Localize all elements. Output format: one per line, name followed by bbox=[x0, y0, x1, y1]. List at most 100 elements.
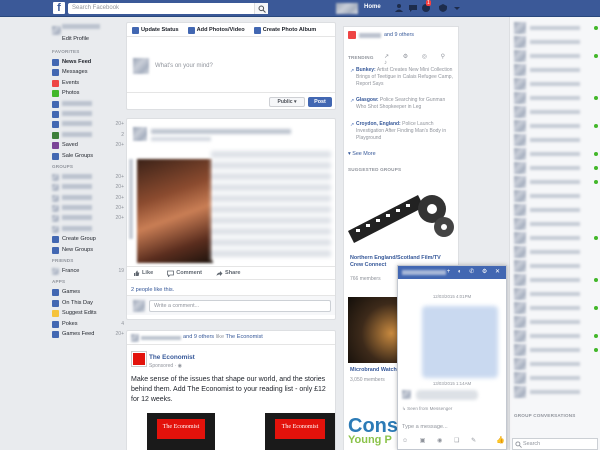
see-more-link[interactable]: ▾ See More bbox=[348, 151, 376, 157]
message-input[interactable]: Type a message... bbox=[402, 424, 448, 430]
sidebar-item-group[interactable]: 20+ bbox=[52, 203, 124, 213]
sidebar-item-favorite[interactable]: Photos bbox=[52, 88, 124, 98]
search-input[interactable]: Search Facebook bbox=[68, 3, 268, 14]
comment-input[interactable]: Write a comment... bbox=[149, 300, 331, 312]
sidebar-item-app[interactable]: Games Feed 20+ bbox=[52, 329, 124, 339]
sidebar-item-friends[interactable]: France 19 bbox=[52, 266, 124, 276]
sidebar-item-group[interactable]: 20+ bbox=[52, 193, 124, 203]
chat-contact[interactable] bbox=[514, 273, 600, 287]
chat-search-input[interactable]: Search bbox=[512, 438, 598, 450]
chat-contact[interactable] bbox=[514, 63, 600, 77]
messages-icon[interactable] bbox=[408, 3, 418, 13]
sidebar-item-favorite[interactable]: News Feed bbox=[52, 57, 124, 67]
chat-contact[interactable] bbox=[514, 91, 600, 105]
chat-contact[interactable] bbox=[514, 357, 600, 371]
page-name-link[interactable]: The Economist bbox=[149, 354, 195, 361]
chat-contact[interactable] bbox=[514, 105, 600, 119]
sidebar-item-app[interactable]: Suggest Edits bbox=[52, 308, 124, 318]
post-image[interactable] bbox=[137, 159, 213, 263]
status-input[interactable]: What's on your mind? bbox=[155, 63, 213, 69]
chat-contact-name[interactable] bbox=[402, 270, 446, 275]
post-author-name[interactable] bbox=[151, 129, 291, 134]
chat-contact[interactable] bbox=[514, 175, 600, 189]
contact-name bbox=[530, 278, 580, 282]
settings-dropdown-icon[interactable] bbox=[452, 3, 462, 13]
friend-name[interactable] bbox=[141, 336, 181, 340]
sidebar-item-favorite[interactable]: Saved 20+ bbox=[52, 140, 124, 150]
sidebar-item-app[interactable]: On This Day bbox=[52, 298, 124, 308]
sidebar-item-favorite[interactable]: Messages bbox=[52, 67, 124, 77]
tab-add-photos[interactable]: Add Photos/Video bbox=[187, 26, 249, 34]
likes-summary[interactable]: 2 people like this. bbox=[131, 287, 174, 293]
trend-item[interactable]: ↗ Bunkey: Artist Creates New Mini Collect… bbox=[350, 67, 456, 88]
tab-update-status[interactable]: Update Status bbox=[131, 26, 183, 34]
thumbs-up-icon[interactable]: 👍 bbox=[496, 436, 505, 444]
new-groups-label: New Groups bbox=[62, 246, 94, 253]
chat-contact[interactable] bbox=[514, 343, 600, 357]
sidebar-item-app[interactable]: Pokes 4 bbox=[52, 319, 124, 329]
sidebar-item-group[interactable]: 20+ bbox=[52, 182, 124, 192]
search-button[interactable] bbox=[254, 3, 268, 14]
ad-image-1[interactable]: The Economist bbox=[147, 413, 215, 450]
ad-image-2[interactable]: The Economist bbox=[265, 413, 335, 450]
chat-contact[interactable] bbox=[514, 203, 600, 217]
chat-contact[interactable] bbox=[514, 189, 600, 203]
chat-contact[interactable] bbox=[514, 315, 600, 329]
sidebar-item-favorite[interactable]: Sale Groups bbox=[52, 151, 124, 161]
sidebar-item-group[interactable]: 20+ bbox=[52, 172, 124, 182]
post-author-avatar[interactable] bbox=[133, 127, 147, 141]
chat-contact[interactable] bbox=[514, 133, 600, 147]
share-button[interactable]: Share bbox=[216, 270, 241, 276]
privacy-shortcuts-icon[interactable] bbox=[438, 3, 448, 13]
chat-contact[interactable] bbox=[514, 287, 600, 301]
chat-contact[interactable] bbox=[514, 231, 600, 245]
new-groups-link[interactable]: New Groups bbox=[52, 245, 124, 255]
privacy-selector[interactable]: Public ▾ bbox=[269, 97, 305, 107]
trend-item[interactable]: ↗ Croydon, England: Police Launch Investi… bbox=[350, 121, 456, 142]
create-group-link[interactable]: Create Group bbox=[52, 234, 124, 244]
friend-requests-icon[interactable] bbox=[395, 3, 405, 13]
others-link[interactable]: and 9 others bbox=[384, 32, 414, 38]
profile-avatar-button[interactable] bbox=[336, 3, 358, 14]
tab-create-album[interactable]: Create Photo Album bbox=[253, 26, 321, 34]
comment-button[interactable]: Comment bbox=[167, 270, 202, 277]
economist-logo[interactable] bbox=[131, 351, 147, 367]
sidebar-item-favorite[interactable]: 2 bbox=[52, 130, 124, 140]
chat-contact[interactable] bbox=[514, 301, 600, 315]
liked-page-link[interactable]: The Economist bbox=[226, 334, 263, 340]
birthday-reminder[interactable]: and 9 others bbox=[348, 31, 456, 41]
chat-contact[interactable] bbox=[514, 77, 600, 91]
chat-contact[interactable] bbox=[514, 21, 600, 35]
chat-toolbar-icons[interactable]: ☺ ▣ ◉ ❑ ✎ bbox=[402, 437, 481, 444]
chat-contact[interactable] bbox=[514, 371, 600, 385]
trending-category-icons[interactable]: ↗ ⚙ ◎ ⚲ ♪ bbox=[384, 53, 458, 66]
chat-header-icons[interactable]: + ◐ ✆ ⚙ ✕ bbox=[447, 268, 503, 275]
chat-contact[interactable] bbox=[514, 329, 600, 343]
chat-contact[interactable] bbox=[514, 35, 600, 49]
sidebar-item-app[interactable]: Games bbox=[52, 287, 124, 297]
sidebar-item-favorite[interactable] bbox=[52, 109, 124, 119]
chat-contact[interactable] bbox=[514, 245, 600, 259]
sidebar-item-favorite[interactable] bbox=[52, 99, 124, 109]
chat-contact[interactable] bbox=[514, 119, 600, 133]
others-link[interactable]: and 9 others bbox=[183, 334, 214, 340]
facebook-logo[interactable]: f bbox=[53, 2, 65, 14]
chat-window-header[interactable]: + ◐ ✆ ⚙ ✕ bbox=[398, 266, 506, 279]
chat-contact[interactable] bbox=[514, 259, 600, 273]
chat-contact[interactable] bbox=[514, 161, 600, 175]
trend-item[interactable]: ↗ Glasgow: Police Searching for Gunman Wh… bbox=[350, 97, 456, 111]
sidebar-item-favorite[interactable]: Events bbox=[52, 78, 124, 88]
sidebar-item-group[interactable]: 20+ bbox=[52, 213, 124, 223]
chat-contact[interactable] bbox=[514, 49, 600, 63]
chat-contact[interactable] bbox=[514, 217, 600, 231]
edit-profile-link[interactable]: Edit Profile bbox=[62, 34, 89, 44]
suggested-group-image[interactable] bbox=[348, 185, 456, 251]
chat-contact[interactable] bbox=[514, 147, 600, 161]
home-link[interactable]: Home bbox=[364, 4, 381, 10]
chat-contact[interactable] bbox=[514, 385, 600, 399]
sidebar-item-favorite[interactable]: 20+ bbox=[52, 119, 124, 129]
post-button[interactable]: Post bbox=[308, 97, 332, 107]
like-button[interactable]: Like bbox=[133, 270, 153, 276]
profile-shortcut[interactable]: Edit Profile bbox=[52, 20, 124, 46]
sidebar-item-group[interactable] bbox=[52, 224, 124, 234]
